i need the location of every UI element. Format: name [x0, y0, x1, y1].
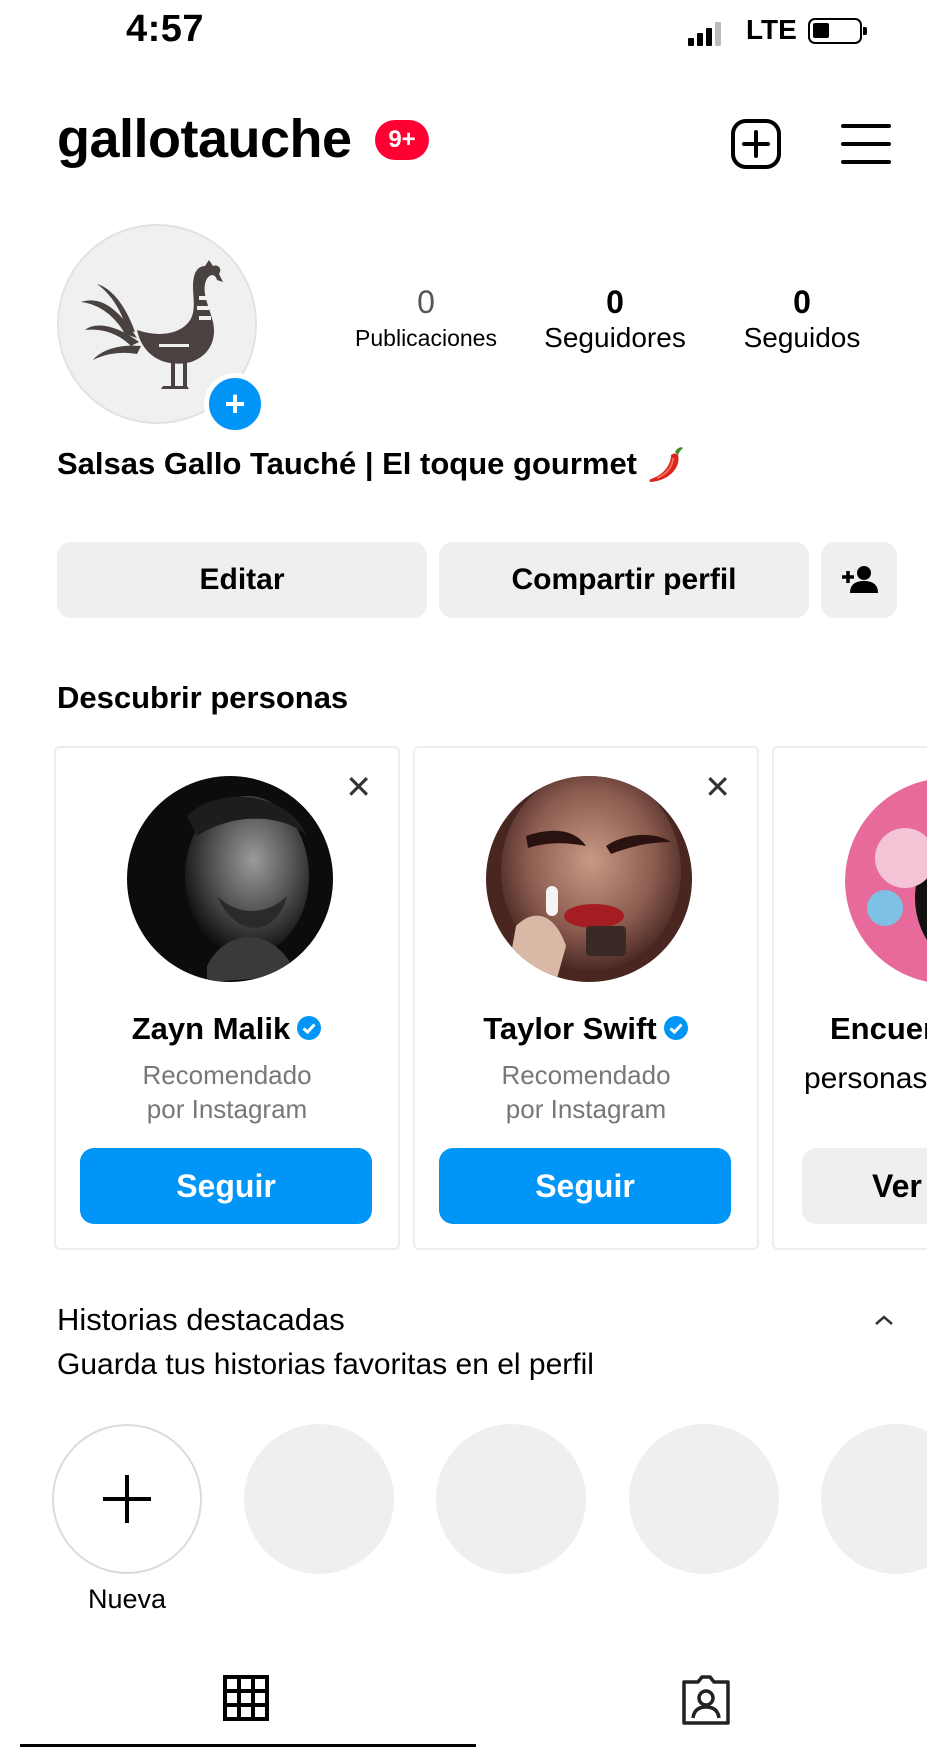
grid-icon — [223, 1675, 269, 1721]
chili-pepper-icon — [649, 447, 684, 482]
close-icon[interactable]: ✕ — [704, 768, 731, 806]
network-label: LTE — [746, 14, 797, 45]
suggestion-card[interactable]: ✕ Zayn Malik Recomendado por Instagram S… — [54, 746, 400, 1250]
stat-posts-label: Publicaciones — [355, 325, 497, 351]
stat-posts[interactable]: 0 Publicaciones — [336, 284, 516, 356]
status-time: 4:57 — [126, 8, 205, 50]
stat-followers-label: Seguidores — [544, 322, 686, 353]
stat-following[interactable]: 0 Seguidos — [722, 284, 882, 356]
add-story-button[interactable]: + — [204, 373, 266, 435]
highlights-title: Historias destacadas — [57, 1302, 345, 1337]
suggestion-avatar[interactable] — [845, 778, 927, 984]
bio-text: Salsas Gallo Tauché | El toque gourmet — [57, 446, 638, 481]
stat-followers-value: 0 — [606, 284, 624, 320]
tab-tagged[interactable] — [680, 1674, 732, 1726]
battery-icon — [808, 18, 867, 44]
suggestion-card[interactable]: Encuentra personas Ver — [772, 746, 927, 1250]
verified-badge-icon — [663, 1016, 688, 1040]
subtitle-line: Recomendado — [501, 1060, 671, 1090]
suggestion-avatar[interactable] — [127, 776, 333, 982]
profile-username[interactable]: gallotauche — [57, 108, 352, 170]
plus-square-icon — [731, 119, 781, 169]
chevron-up-icon — [875, 1315, 893, 1325]
highlight-placeholder — [244, 1424, 394, 1574]
stat-followers[interactable]: 0 Seguidores — [525, 284, 705, 356]
profile-bio: Salsas Gallo Tauché | El toque gourmet — [57, 442, 689, 486]
plus-icon: + — [224, 383, 246, 424]
suggestion-name-text: Taylor Swift — [483, 1011, 657, 1046]
subtitle-line: por Instagram — [505, 1094, 667, 1124]
highlights-subtitle: Guarda tus historias favoritas en el per… — [57, 1348, 594, 1381]
plus-icon — [103, 1475, 151, 1523]
suggestion-avatar[interactable] — [486, 776, 692, 982]
suggestion-name-text: Zayn Malik — [131, 1011, 291, 1046]
suggestion-subtitle: Recomendado por Instagram — [415, 1058, 757, 1126]
stat-posts-value: 0 — [417, 284, 435, 320]
discover-people-button[interactable] — [821, 542, 897, 618]
edit-profile-button[interactable]: Editar — [57, 542, 427, 618]
verified-badge-icon — [297, 1016, 322, 1040]
new-highlight-label: Nueva — [87, 1584, 167, 1614]
highlight-placeholder — [629, 1424, 779, 1574]
new-post-button[interactable] — [730, 118, 782, 170]
suggestion-card[interactable]: ✕ Taylor Swift Recomendado por Instagram… — [413, 746, 759, 1250]
discover-title: Descubrir personas — [57, 680, 349, 715]
subtitle-line: por Instagram — [146, 1094, 308, 1124]
suggestion-subtitle: Recomendado por Instagram — [56, 1058, 398, 1126]
signal-icon — [688, 22, 721, 46]
subtitle-line: Recomendado — [142, 1060, 312, 1090]
collapse-highlights-button[interactable] — [872, 1312, 902, 1342]
share-profile-button[interactable]: Compartir perfil — [439, 542, 809, 618]
new-highlight-button[interactable] — [52, 1424, 202, 1574]
suggestion-subtitle: personas — [804, 1062, 927, 1095]
follow-button[interactable]: Seguir — [80, 1148, 372, 1224]
tab-grid[interactable] — [222, 1674, 272, 1724]
suggestion-name: Encuentra — [830, 1011, 927, 1046]
menu-button[interactable] — [840, 118, 892, 170]
add-person-icon — [842, 566, 878, 593]
see-all-button[interactable]: Ver — [802, 1148, 927, 1224]
tagged-person-icon — [682, 1675, 730, 1725]
suggestion-name: Taylor Swift — [415, 1011, 757, 1047]
stat-following-value: 0 — [793, 284, 811, 320]
close-icon[interactable]: ✕ — [345, 768, 372, 806]
follow-button[interactable]: Seguir — [439, 1148, 731, 1224]
notification-badge[interactable]: 9+ — [375, 120, 429, 160]
hamburger-icon — [841, 124, 891, 164]
highlight-placeholder — [436, 1424, 586, 1574]
stat-following-label: Seguidos — [743, 322, 861, 353]
highlight-placeholder — [821, 1424, 927, 1574]
suggestion-name: Zayn Malik — [56, 1011, 398, 1047]
